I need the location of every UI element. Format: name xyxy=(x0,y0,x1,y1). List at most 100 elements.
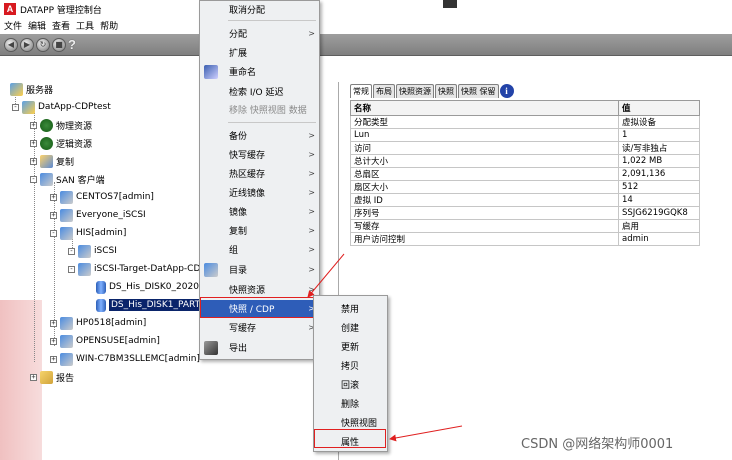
table-row: 扇区大小 512 xyxy=(350,179,700,194)
client-icon xyxy=(60,208,73,222)
app-logo: A xyxy=(4,3,16,15)
menu-help[interactable]: 帮助 xyxy=(100,19,118,32)
expand-icon[interactable]: + xyxy=(50,337,57,345)
globe-icon xyxy=(40,136,53,150)
expand-icon[interactable]: + xyxy=(30,157,37,165)
menu-item-group[interactable]: 组 > xyxy=(200,241,319,258)
menu-view[interactable]: 查看 xyxy=(52,19,70,32)
menu-item-mirror[interactable]: 镜像 > xyxy=(200,203,319,220)
submenu-item-update[interactable]: 更新 xyxy=(314,337,387,356)
tab-snapshot[interactable]: 快照 xyxy=(435,84,457,98)
tree-node-client-his[interactable]: - HIS[admin] xyxy=(50,224,126,242)
menu-item-hotzone-cache[interactable]: 热区缓存 > xyxy=(200,165,319,182)
menu-file[interactable]: 文件 xyxy=(4,19,22,32)
menu-item-expand[interactable]: 扩展 xyxy=(200,44,319,61)
tree-node-reports[interactable]: + 报告 xyxy=(30,368,74,386)
help-button[interactable]: ? xyxy=(68,37,82,53)
expand-icon[interactable]: + xyxy=(50,319,57,327)
table-row: 访问 读/写非独占 xyxy=(350,140,700,155)
menu-item-remove-snapshot-view: 移除 快照视图 数据 xyxy=(229,106,307,116)
menu-edit[interactable]: 编辑 xyxy=(28,19,46,32)
report-icon xyxy=(40,370,53,384)
menu-item-rename[interactable]: 重命名 xyxy=(200,63,319,80)
tab-snapshot-resources[interactable]: 快照资源 xyxy=(396,84,434,98)
column-header-value: 值 xyxy=(618,100,700,116)
submenu-arrow-icon: > xyxy=(308,169,315,178)
menu-item-replication[interactable]: 复制 > xyxy=(200,222,319,239)
annotation-box xyxy=(314,429,386,448)
submenu-arrow-icon: > xyxy=(308,207,315,216)
refresh-button[interactable]: ↻ xyxy=(36,37,50,52)
submenu-item-create[interactable]: 创建 xyxy=(314,318,387,337)
property-tabs: 常规 布局 快照资源 快照 快照 保留 i xyxy=(350,84,514,99)
client-icon xyxy=(78,244,91,258)
window-control-icon[interactable] xyxy=(443,0,457,8)
tree-node-client-centos7[interactable]: + CENTOS7[admin] xyxy=(50,188,154,206)
csdn-watermark: CSDN @网络架构师0001 xyxy=(521,437,674,452)
table-row: 总计大小 1,022 MB xyxy=(350,153,700,168)
rename-icon xyxy=(204,65,218,79)
expand-icon[interactable]: + xyxy=(50,193,57,201)
table-row: 用户访问控制 admin xyxy=(350,231,700,246)
collapse-icon[interactable]: - xyxy=(30,175,37,183)
stop-button[interactable]: ■ xyxy=(52,37,66,52)
menu-item-backup[interactable]: 备份 > xyxy=(200,127,319,144)
expand-icon[interactable]: + xyxy=(50,355,57,363)
tree-node-disk1[interactable]: DS_His_DISK1_PART xyxy=(96,296,203,314)
submenu-arrow-icon: > xyxy=(308,245,315,254)
export-icon xyxy=(204,341,218,355)
tree-node-san-clients[interactable]: - SAN 客户端 xyxy=(30,170,105,188)
expand-icon[interactable]: + xyxy=(50,211,57,219)
collapse-icon[interactable]: - xyxy=(68,265,75,273)
table-row: 虚拟 ID 14 xyxy=(350,192,700,207)
collapse-icon[interactable]: - xyxy=(50,229,57,237)
menu-item-nearline-mirror[interactable]: 近线镜像 > xyxy=(200,184,319,201)
directory-icon xyxy=(204,263,218,277)
tree-node-client-everyone[interactable]: + Everyone_iSCSI xyxy=(50,206,146,224)
column-header-name: 名称 xyxy=(350,100,619,116)
tree-node-iscsi[interactable]: - iSCSI xyxy=(68,242,117,260)
tree-node-logical-resources[interactable]: + 逻辑资源 xyxy=(30,134,92,152)
tree-node-server-datapp[interactable]: - DatApp-CDPtest xyxy=(12,98,111,116)
table-row: Lun 1 xyxy=(350,128,700,142)
tree-node-client-win[interactable]: + WIN-C7BM3SLLEMC[admin] xyxy=(50,350,200,368)
submenu-item-disable[interactable]: 禁用 xyxy=(314,299,387,318)
menu-item-io-latency[interactable]: 检索 I/O 延迟 xyxy=(200,83,319,100)
collapse-icon[interactable]: - xyxy=(68,247,75,255)
tree-node-iscsi-target[interactable]: - iSCSI-Target-DatApp-CDP xyxy=(68,260,206,278)
menu-item-export[interactable]: 导出 xyxy=(200,339,319,356)
tree-node-client-opensuse[interactable]: + OPENSUSE[admin] xyxy=(50,332,160,350)
submenu-item-delete[interactable]: 删除 xyxy=(314,394,387,413)
info-icon[interactable]: i xyxy=(499,84,514,98)
menu-tools[interactable]: 工具 xyxy=(76,19,94,32)
annotation-box xyxy=(200,297,315,318)
submenu-item-copy[interactable]: 拷贝 xyxy=(314,356,387,375)
menu-bar: 文件 编辑 查看 工具 帮助 xyxy=(0,18,732,32)
back-button[interactable]: ◀ xyxy=(4,37,18,52)
menu-item-snapshot-resources[interactable]: 快照资源 > xyxy=(200,281,319,298)
forward-button[interactable]: ▶ xyxy=(20,37,34,52)
menu-item-assign[interactable]: 分配 > xyxy=(200,25,319,42)
tab-snapshot-retention[interactable]: 快照 保留 xyxy=(458,84,499,98)
submenu-arrow-icon: > xyxy=(308,285,315,294)
tree-node-client-hp0518[interactable]: + HP0518[admin] xyxy=(50,314,146,332)
menu-item-fast-write-cache[interactable]: 快写缓存 > xyxy=(200,146,319,163)
submenu-arrow-icon: > xyxy=(308,188,315,197)
tree-node-replication[interactable]: + 复制 xyxy=(30,152,74,170)
collapse-icon[interactable]: - xyxy=(12,103,19,111)
tab-layout[interactable]: 布局 xyxy=(373,84,395,98)
submenu-arrow-icon: > xyxy=(308,29,315,38)
client-icon xyxy=(40,172,53,186)
submenu-item-rollback[interactable]: 回滚 xyxy=(314,375,387,394)
expand-icon[interactable]: + xyxy=(30,121,37,129)
tree-node-servers[interactable]: 服务器 xyxy=(10,80,53,98)
menu-item-directory[interactable]: 目录 > xyxy=(200,261,319,278)
tab-general[interactable]: 常规 xyxy=(350,84,372,98)
menu-item-write-cache[interactable]: 写缓存 > xyxy=(200,319,319,336)
tree-node-physical-resources[interactable]: + 物理资源 xyxy=(30,116,92,134)
table-row: 总扇区 2,091,136 xyxy=(350,166,700,181)
expand-icon[interactable]: + xyxy=(30,373,37,381)
menu-item-unassign[interactable]: 取消分配 xyxy=(200,1,319,18)
expand-icon[interactable]: + xyxy=(30,139,37,147)
tree-node-disk0[interactable]: DS_His_DISK0_2020 xyxy=(96,278,199,296)
